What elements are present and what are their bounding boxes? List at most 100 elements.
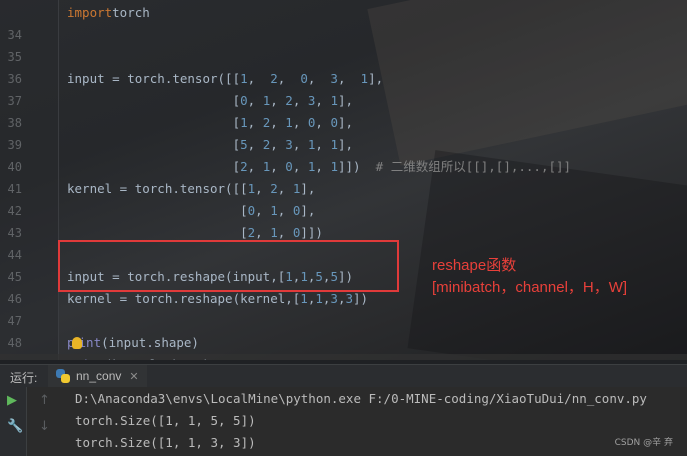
- code-token: int: [78, 335, 102, 350]
- code-token: ],: [300, 181, 316, 196]
- code-token: (kernel.shape): [105, 357, 210, 360]
- console-output-line: D:\Anaconda3\envs\LocalMine\python.exe F…: [75, 391, 647, 406]
- code-token: ,: [315, 159, 331, 174]
- code-token: import: [67, 5, 113, 20]
- code-token: ,: [247, 137, 263, 152]
- code-token: ,: [270, 115, 286, 130]
- code-line[interactable]: 39 [5, 2, 3, 1, 1],: [0, 134, 687, 156]
- code-token: ],: [300, 203, 316, 218]
- line-number: 45: [7, 270, 22, 284]
- lightbulb-icon[interactable]: [71, 336, 82, 349]
- code-line[interactable]: 49 print(kernel.shape): [0, 354, 687, 360]
- code-line[interactable]: 34: [0, 24, 687, 46]
- code-token: 0: [300, 71, 308, 86]
- code-token: ,: [255, 181, 271, 196]
- code-token: 3: [330, 71, 338, 86]
- code-line[interactable]: 40 [2, 1, 0, 1, 1]]) # 二维数组所以[[],[],...,…: [0, 156, 687, 178]
- close-icon[interactable]: ✕: [129, 370, 138, 383]
- line-number: 36: [7, 72, 22, 86]
- code-line[interactable]: 41 kernel = torch.tensor([[1, 2, 1],: [0, 178, 687, 200]
- code-token: 1: [270, 225, 278, 240]
- code-token: ,: [270, 137, 286, 152]
- line-number: 35: [7, 50, 22, 64]
- code-text: [2, 1, 0, 1, 1]]) # 二维数组所以[[],[],...,[]]: [67, 156, 572, 178]
- code-line[interactable]: 35: [0, 46, 687, 68]
- line-number: 39: [7, 138, 22, 152]
- scroll-up-icon[interactable]: ↑: [39, 393, 50, 408]
- code-token: 1: [270, 203, 278, 218]
- code-text: [0, 1, 2, 3, 1],: [67, 90, 354, 112]
- code-text: [5, 2, 3, 1, 1],: [67, 134, 354, 156]
- console-output-line: torch.Size([1, 1, 5, 5]): [75, 413, 256, 428]
- code-token: 0: [285, 159, 293, 174]
- code-token: 2: [285, 93, 293, 108]
- line-number: 42: [7, 204, 22, 218]
- code-line[interactable]: 47: [0, 310, 687, 332]
- code-token: 1: [240, 115, 248, 130]
- code-token: [: [67, 203, 248, 218]
- code-token: ,: [277, 203, 293, 218]
- line-number: 48: [7, 336, 22, 350]
- code-token: [: [67, 225, 248, 240]
- code-token: 3: [330, 291, 338, 306]
- code-token: 1: [240, 71, 248, 86]
- code-text: p int(input.shape): [67, 332, 199, 354]
- code-text: input = torch.tensor([[1, 2, 0, 3, 1],: [67, 68, 383, 90]
- code-token: ],: [338, 93, 354, 108]
- code-token: ]]): [338, 159, 376, 174]
- console-output-line: torch.Size([1, 1, 3, 3]): [75, 435, 256, 450]
- code-token: ,: [315, 137, 331, 152]
- code-token: print: [67, 357, 105, 360]
- code-token: ,: [255, 203, 271, 218]
- code-editor[interactable]: importtorch 34 35 36 input = torch.tensor([[…: [0, 0, 687, 360]
- code-token: 5: [240, 137, 248, 152]
- code-token: torch: [112, 5, 150, 20]
- code-token: 3: [285, 137, 293, 152]
- code-text: print(kernel.shape): [67, 354, 210, 360]
- line-number: 47: [7, 314, 22, 328]
- code-line[interactable]: 48 p int(input.shape): [0, 332, 687, 354]
- code-token: ,: [270, 159, 286, 174]
- code-token: ],: [338, 137, 354, 152]
- run-toolbar: ▶ 🔧: [0, 387, 27, 456]
- rerun-icon[interactable]: ▶: [7, 393, 17, 408]
- line-number: 38: [7, 116, 22, 130]
- code-line[interactable]: 38 [1, 2, 1, 0, 0],: [0, 112, 687, 134]
- code-token: ,: [315, 115, 331, 130]
- code-token: [: [67, 137, 241, 152]
- run-tab-nn-conv[interactable]: nn_conv ✕: [48, 365, 147, 389]
- wrench-icon[interactable]: 🔧: [7, 419, 23, 434]
- code-token: kernel = torch.reshape(kernel,[: [67, 291, 301, 306]
- code-line[interactable]: 36 input = torch.tensor([[1, 2, 0, 3, 1],: [0, 68, 687, 90]
- code-token: ,: [292, 115, 308, 130]
- annotation-dimensions: [minibatch，channel，H，W]: [432, 279, 628, 296]
- code-token: ,: [292, 137, 308, 152]
- run-console: ▶ 🔧 ↑ ↓ D:\Anaconda3\envs\LocalMine\pyth…: [0, 387, 687, 456]
- code-token: ,: [292, 93, 308, 108]
- annotation-reshape-function: reshape函数: [432, 257, 517, 274]
- scroll-down-icon[interactable]: ↓: [39, 419, 50, 434]
- code-token: [: [67, 159, 241, 174]
- code-token: ,: [255, 225, 271, 240]
- watermark: CSDN @辛 弃: [614, 438, 673, 448]
- code-token: # 二维数组所以[[],[],...,[]]: [375, 159, 572, 174]
- code-token: ,: [277, 181, 293, 196]
- code-token: ,: [277, 225, 293, 240]
- run-toolbar-secondary: ↑ ↓: [32, 387, 58, 456]
- code-token: 2: [270, 71, 278, 86]
- code-text: importtorch: [67, 2, 150, 24]
- code-line[interactable]: importtorch: [0, 2, 687, 24]
- code-token: ],: [338, 115, 354, 130]
- run-label: 运行:: [10, 371, 38, 385]
- code-token: 3: [345, 291, 354, 306]
- run-panel-header: 运行: nn_conv ✕: [0, 364, 687, 389]
- code-line[interactable]: 42 [0, 1, 0],: [0, 200, 687, 222]
- code-token: ,: [277, 71, 301, 86]
- code-token: 1: [315, 291, 323, 306]
- code-token: [: [67, 115, 241, 130]
- python-file-icon: [56, 369, 70, 383]
- code-token: 0: [240, 93, 248, 108]
- code-token: 0: [330, 115, 338, 130]
- code-token: ]]): [300, 225, 323, 240]
- code-line[interactable]: 37 [0, 1, 2, 3, 1],: [0, 90, 687, 112]
